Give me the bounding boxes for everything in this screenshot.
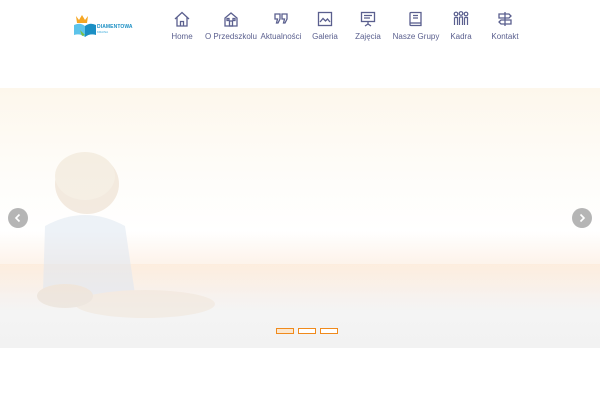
slider-next-button[interactable] xyxy=(572,208,592,228)
quote-icon xyxy=(272,10,290,28)
nav-label-o-przedszkolu: O Przedszkolu xyxy=(204,32,258,41)
nav-item-o-przedszkolu[interactable]: O Przedszkolu xyxy=(203,10,259,46)
slider-dot-3[interactable] xyxy=(320,328,338,334)
slide-image-child xyxy=(37,152,215,318)
chevron-left-icon xyxy=(14,213,21,223)
presentation-board-icon xyxy=(359,10,377,28)
hero-slider xyxy=(0,88,600,348)
image-icon xyxy=(316,10,334,28)
chevron-right-icon xyxy=(579,213,586,223)
slider-dot-2[interactable] xyxy=(298,328,316,334)
home-icon xyxy=(173,10,191,28)
nav-item-home[interactable]: Home xyxy=(154,10,210,46)
slider-prev-button[interactable] xyxy=(8,208,28,228)
site-header: DIAMENTOWA KRAINA Home O Przedszkolu Akt… xyxy=(0,0,600,88)
nav-label-kontakt: Kontakt xyxy=(491,32,519,41)
building-icon xyxy=(222,10,240,28)
signpost-icon xyxy=(496,10,514,28)
main-nav: Home O Przedszkolu Aktualności Galeria Z xyxy=(0,0,600,60)
slider-dot-1[interactable] xyxy=(276,328,294,334)
nav-label-home: Home xyxy=(171,32,193,41)
book-icon xyxy=(407,10,425,28)
nav-item-kontakt[interactable]: Kontakt xyxy=(477,10,533,46)
people-icon xyxy=(452,10,470,28)
